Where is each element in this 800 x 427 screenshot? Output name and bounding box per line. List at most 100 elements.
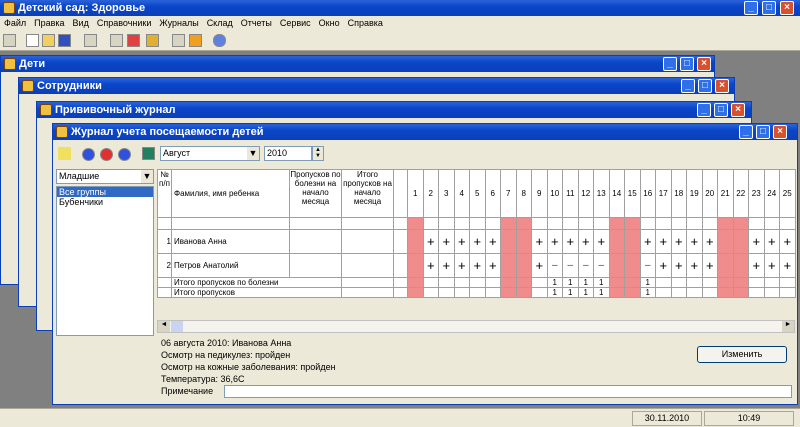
attendance-cell[interactable] — [608, 253, 625, 278]
year-input[interactable]: 2010 — [264, 146, 312, 161]
edit-button[interactable]: Изменить — [697, 346, 787, 363]
group-list[interactable]: Все группы Бубенчики — [56, 186, 154, 336]
attendance-cell[interactable]: + — [748, 253, 765, 278]
attendance-cell[interactable]: + — [562, 229, 579, 254]
attendance-cell[interactable]: + — [422, 229, 439, 254]
blue-circle-2-icon[interactable] — [118, 148, 131, 161]
menu-item[interactable]: Отчеты — [237, 16, 276, 30]
horizontal-scrollbar[interactable]: ◄ ► — [157, 320, 795, 333]
menu-item[interactable]: Склад — [203, 16, 237, 30]
menu-item[interactable]: Вид — [69, 16, 93, 30]
scroll-left-arrow[interactable]: ◄ — [158, 321, 170, 332]
table-row[interactable]: 2 Петров Анатолий + + + + + + – – – – – + + + + + + + — [157, 253, 796, 278]
scroll-right-arrow[interactable]: ► — [782, 321, 794, 332]
book-icon[interactable] — [142, 147, 155, 160]
close-button[interactable]: × — [697, 57, 711, 71]
attendance-cell[interactable]: – — [562, 253, 579, 278]
attendance-cell[interactable]: + — [469, 253, 486, 278]
attendance-cell[interactable]: + — [453, 253, 470, 278]
pencil-icon[interactable] — [58, 147, 71, 160]
attendance-cell[interactable]: + — [546, 229, 563, 254]
open-icon[interactable] — [42, 34, 55, 47]
chevron-down-icon[interactable]: ▼ — [247, 147, 259, 160]
menu-item[interactable]: Файл — [0, 16, 30, 30]
attendance-cell[interactable]: + — [701, 229, 718, 254]
attendance-cell[interactable]: + — [670, 253, 687, 278]
attendance-cell[interactable] — [624, 253, 641, 278]
attendance-cell[interactable]: – — [639, 253, 656, 278]
group-select[interactable]: Младшие ▼ — [56, 169, 154, 184]
new-icon[interactable] — [26, 34, 39, 47]
attendance-cell[interactable]: + — [701, 253, 718, 278]
attendance-cell[interactable] — [515, 253, 532, 278]
chevron-down-icon[interactable]: ▼ — [141, 170, 153, 183]
molecule-icon[interactable] — [127, 34, 140, 47]
minimize-button[interactable]: _ — [739, 125, 753, 139]
attendance-cell[interactable]: + — [763, 229, 780, 254]
attendance-cell[interactable]: + — [422, 253, 439, 278]
blue-circle-icon[interactable] — [82, 148, 95, 161]
attendance-cell[interactable]: + — [763, 253, 780, 278]
attendance-cell[interactable] — [608, 229, 625, 254]
attendance-cell[interactable] — [407, 229, 424, 254]
attendance-cell[interactable]: + — [531, 229, 548, 254]
attendance-cell[interactable] — [515, 229, 532, 254]
attendance-cell[interactable]: + — [670, 229, 687, 254]
attendance-cell[interactable] — [500, 229, 517, 254]
attendance-cell[interactable]: + — [438, 253, 455, 278]
attendance-cell[interactable]: + — [655, 253, 672, 278]
maximize-button[interactable]: □ — [762, 1, 776, 15]
year-spinner[interactable]: ▲ ▼ — [312, 146, 324, 161]
attendance-cell[interactable] — [624, 229, 641, 254]
lock-icon[interactable] — [146, 34, 159, 47]
attendance-cell[interactable]: + — [577, 229, 594, 254]
red-circle-icon[interactable] — [100, 148, 113, 161]
close-button[interactable]: × — [773, 125, 787, 139]
menu-item[interactable]: Окно — [315, 16, 344, 30]
window-attendance-titlebar[interactable]: Журнал учета посещаемости детей _ □ × — [53, 124, 797, 140]
attendance-cell[interactable] — [732, 253, 749, 278]
home-icon[interactable] — [3, 34, 16, 47]
attendance-cell[interactable]: + — [779, 253, 796, 278]
attendance-cell[interactable]: + — [748, 229, 765, 254]
close-button[interactable]: × — [731, 103, 745, 117]
window-vaccination-titlebar[interactable]: Прививочный журнал _ □ × — [37, 102, 751, 118]
diamond-icon[interactable] — [189, 34, 202, 47]
close-button[interactable]: × — [780, 1, 794, 15]
globe-icon[interactable] — [213, 34, 226, 47]
attendance-cell[interactable]: + — [686, 229, 703, 254]
attendance-cell[interactable]: + — [484, 253, 501, 278]
attendance-cell[interactable] — [717, 229, 734, 254]
group-item-all[interactable]: Все группы — [57, 187, 153, 197]
maximize-button[interactable]: □ — [698, 79, 712, 93]
attendance-cell[interactable]: + — [531, 253, 548, 278]
attendance-cell[interactable]: + — [686, 253, 703, 278]
menu-item[interactable]: Журналы — [155, 16, 202, 30]
attendance-cell[interactable]: – — [593, 253, 610, 278]
minimize-button[interactable]: _ — [681, 79, 695, 93]
menu-item[interactable]: Сервис — [276, 16, 315, 30]
attendance-cell[interactable]: + — [484, 229, 501, 254]
menu-item[interactable]: Справка — [344, 16, 387, 30]
attendance-cell[interactable]: + — [469, 229, 486, 254]
attendance-cell[interactable]: + — [453, 229, 470, 254]
user-card-icon[interactable] — [110, 34, 123, 47]
attendance-cell[interactable]: + — [779, 229, 796, 254]
attendance-cell[interactable]: + — [639, 229, 656, 254]
minimize-button[interactable]: _ — [697, 103, 711, 117]
table-row[interactable]: 1 Иванова Анна + + + + + + + + + + + + + + + + + + — [157, 229, 796, 254]
attendance-cell[interactable]: – — [577, 253, 594, 278]
window-children-titlebar[interactable]: Дети _ □ × — [1, 56, 714, 72]
maximize-button[interactable]: □ — [714, 103, 728, 117]
window-staff-titlebar[interactable]: Сотрудники _ □ × — [19, 78, 734, 94]
calculator-icon[interactable] — [172, 34, 185, 47]
attendance-cell[interactable]: + — [593, 229, 610, 254]
attendance-cell[interactable] — [717, 253, 734, 278]
menu-item[interactable]: Правка — [30, 16, 68, 30]
attendance-cell[interactable] — [732, 229, 749, 254]
attendance-cell[interactable] — [407, 253, 424, 278]
minimize-button[interactable]: _ — [744, 1, 758, 15]
attendance-cell[interactable]: + — [438, 229, 455, 254]
menu-item[interactable]: Справочники — [93, 16, 156, 30]
close-button[interactable]: × — [715, 79, 729, 93]
